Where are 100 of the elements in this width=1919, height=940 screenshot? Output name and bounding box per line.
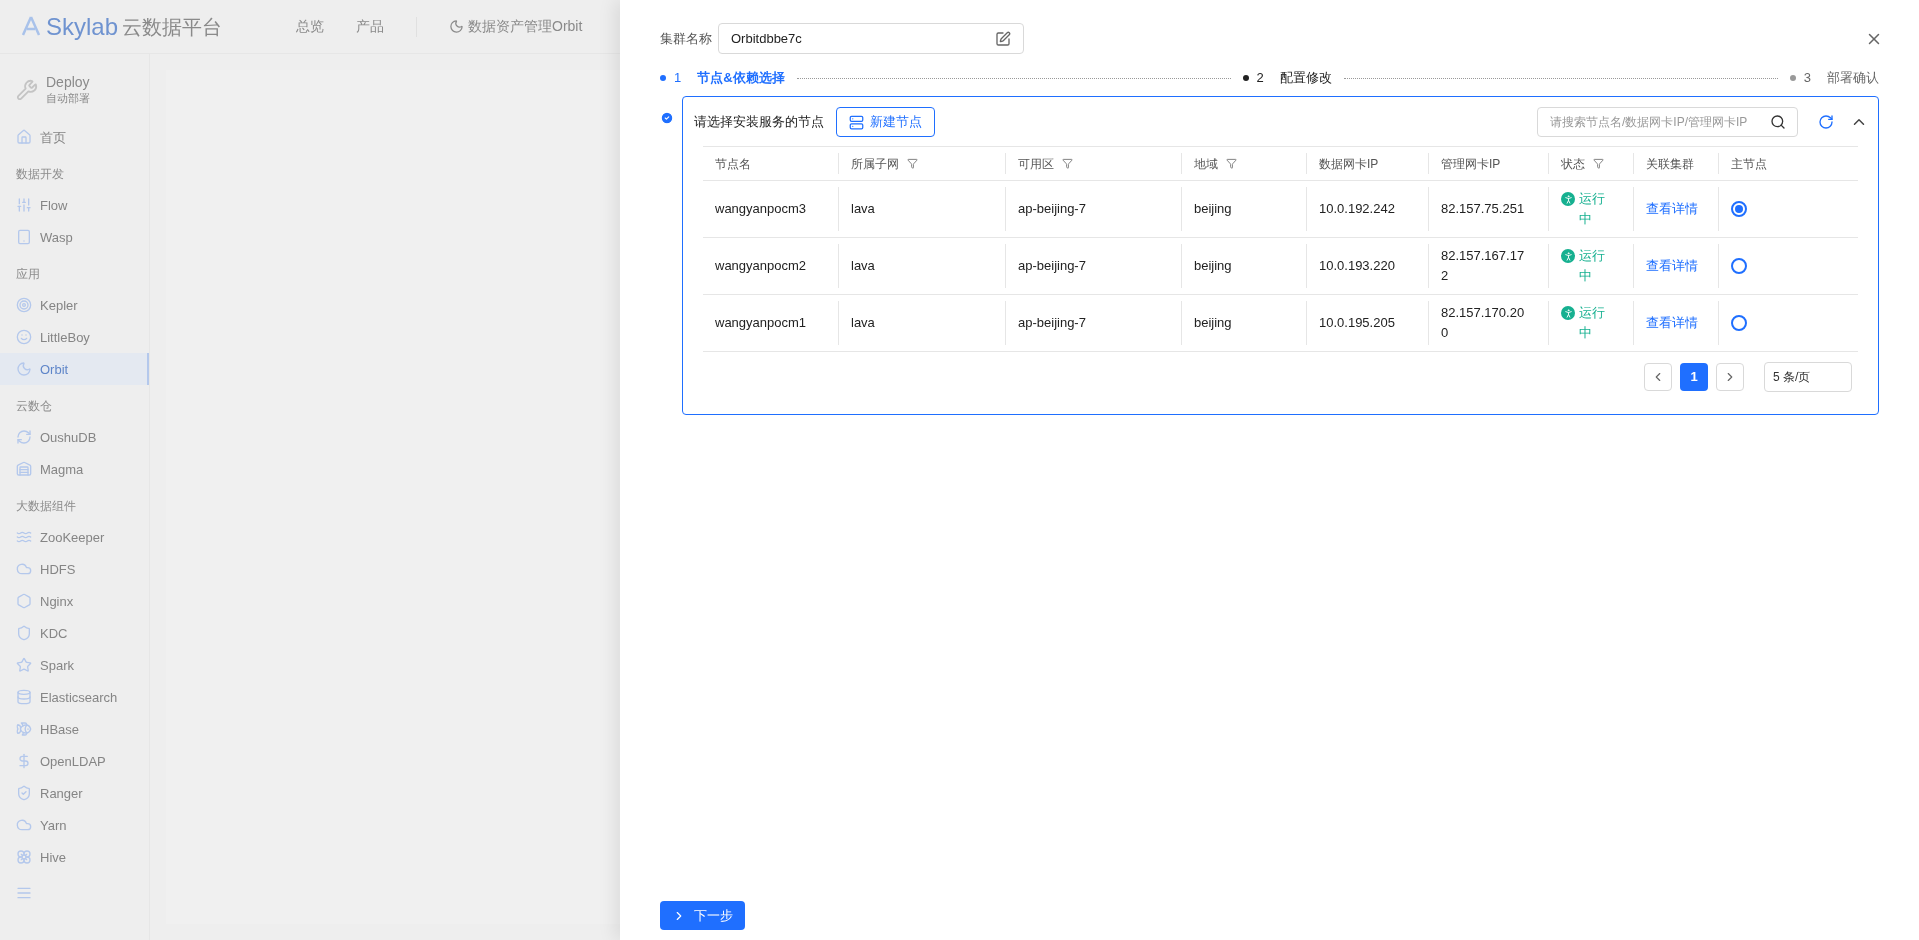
table-cell-text: beijing	[1194, 257, 1232, 275]
sidebar-item[interactable]: 首页	[0, 121, 149, 154]
shield-icon	[16, 785, 32, 802]
sidebar-item[interactable]: Wasp	[0, 221, 149, 254]
details-link[interactable]: 查看详情	[1646, 313, 1698, 333]
table-cell-text: lava	[851, 200, 875, 218]
sidebar-item[interactable]: Orbit	[0, 353, 149, 386]
sidebar-item[interactable]: Magma	[0, 453, 149, 486]
running-person-icon	[1561, 249, 1575, 263]
sidebar-item[interactable]: LittleBoy	[0, 321, 149, 354]
sidebar-item[interactable]: Elasticsearch	[0, 681, 149, 714]
radio-button[interactable]	[1731, 258, 1747, 274]
sidebar-item[interactable]: KDC	[0, 617, 149, 650]
column-header: 地域	[1194, 154, 1237, 173]
step: 3 部署确认	[1789, 68, 1879, 88]
section-title: 应用	[15, 266, 41, 284]
sliders-icon	[16, 197, 32, 214]
page-size-select[interactable]: 5 条/页	[1764, 362, 1852, 392]
sidebar-item[interactable]: Hive	[0, 841, 149, 874]
table-cell-text: wangyanpocm1	[715, 314, 807, 332]
table-cell-text: 10.0.193.220	[1319, 257, 1395, 275]
tablet-icon	[16, 229, 32, 246]
table-cell-text: wangyanpocm3	[715, 200, 807, 218]
column-header: 状态	[1561, 154, 1604, 173]
details-link[interactable]: 查看详情	[1646, 256, 1698, 276]
moon-icon	[16, 361, 32, 378]
home-icon	[16, 129, 32, 146]
table-cell-text: ap-beijing-7	[1018, 314, 1086, 332]
search-field[interactable]: 请搜索节点名/数据网卡IP/管理网卡IP	[1537, 107, 1798, 137]
radio-button[interactable]	[1731, 315, 1747, 331]
sidebar-item[interactable]: OushuDB	[0, 421, 149, 454]
table-cell-text: wangyanpocm2	[715, 257, 807, 275]
column-header: 主节点	[1731, 155, 1767, 173]
details-link[interactable]: 查看详情	[1646, 199, 1698, 219]
star-icon	[16, 657, 32, 674]
step: 2 配置修改	[1242, 68, 1332, 88]
check-circle-icon	[660, 111, 674, 125]
app-name: Deploy	[46, 74, 90, 92]
table-cell-text: ap-beijing-7	[1018, 200, 1086, 218]
table-cell-text: 10.0.195.205	[1319, 314, 1395, 332]
page-button[interactable]: 1	[1680, 363, 1708, 391]
moon-icon	[449, 19, 464, 34]
section-title: 云数仓	[15, 398, 53, 416]
edit-icon	[995, 30, 1011, 47]
table-cell-text: beijing	[1194, 200, 1232, 218]
column-header: 数据网卡IP	[1319, 155, 1379, 173]
nav-item[interactable]: 总览	[280, 16, 340, 37]
sidebar-item[interactable]: ZooKeeper	[0, 521, 149, 554]
search-icon[interactable]	[1770, 114, 1786, 130]
nav-item[interactable]: 产品	[340, 16, 400, 37]
face-icon	[16, 329, 32, 346]
cluster-name-field[interactable]: Orbitdbbe7c	[718, 23, 1024, 54]
panel-title: 请选择安装服务的节点	[694, 113, 824, 132]
status-label: 运行中	[1561, 246, 1607, 286]
sidebar-item[interactable]: Ranger	[0, 777, 149, 810]
sidebar-item[interactable]: Yarn	[0, 809, 149, 842]
refresh-icon[interactable]	[1818, 114, 1834, 130]
logo-product: 云数据平台	[122, 14, 223, 40]
sidebar-item[interactable]: Kepler	[0, 289, 149, 322]
table-cell-text: lava	[851, 257, 875, 275]
table-cell-text: lava	[851, 314, 875, 332]
column-header: 可用区	[1018, 154, 1073, 173]
nav-item[interactable]: 数据资产管理Orbit	[433, 16, 599, 37]
status-label: 运行中	[1561, 303, 1607, 343]
sidebar-item[interactable]: Flow	[0, 189, 149, 222]
filter-icon	[1062, 158, 1073, 169]
filter-icon	[1226, 158, 1237, 169]
column-header: 所属子网	[851, 154, 918, 173]
sidebar-item[interactable]: OpenLDAP	[0, 745, 149, 778]
shield-icon	[16, 625, 32, 642]
server-icon	[849, 114, 864, 130]
step: 1 节点&依赖选择	[660, 68, 785, 88]
app-subtitle: 自动部署	[46, 91, 90, 106]
section-title: 数据开发	[15, 166, 65, 184]
hexagon-icon	[16, 593, 32, 610]
table-cell-text: ap-beijing-7	[1018, 257, 1086, 275]
target-icon	[16, 297, 32, 314]
running-person-icon	[1561, 192, 1575, 206]
column-header: 管理网卡IP	[1441, 155, 1501, 173]
column-header: 关联集群	[1646, 155, 1694, 173]
swirl-icon	[16, 429, 32, 446]
running-person-icon	[1561, 306, 1575, 320]
logo-brand: Skylab	[46, 11, 119, 42]
new-node-button[interactable]: 新建节点	[836, 107, 935, 137]
sidebar-item[interactable]: HDFS	[0, 553, 149, 586]
next-step-button[interactable]: 下一步	[660, 901, 745, 930]
database-icon	[16, 689, 32, 706]
table-cell-text: 82.157.170.200	[1441, 304, 1526, 342]
sidebar-item[interactable]: HBase	[0, 713, 149, 746]
dollar-icon	[16, 753, 32, 770]
column-header: 节点名	[715, 155, 751, 173]
table-cell-text: 82.157.75.251	[1441, 200, 1525, 218]
sidebar-item[interactable]: Nginx	[0, 585, 149, 618]
status-label: 运行中	[1561, 189, 1607, 229]
filter-icon	[1593, 158, 1604, 169]
radio-button[interactable]	[1731, 201, 1747, 217]
table-cell-text: 10.0.192.242	[1319, 200, 1395, 218]
sidebar-item[interactable]: Spark	[0, 649, 149, 682]
fish-icon	[16, 721, 32, 738]
field-label: 集群名称	[660, 29, 713, 48]
